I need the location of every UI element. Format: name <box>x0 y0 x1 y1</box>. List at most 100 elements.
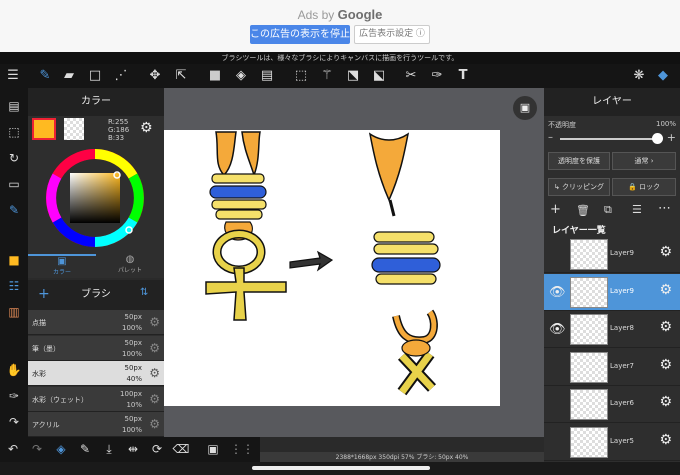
brush-tool-icon[interactable]: ✎ <box>36 67 54 85</box>
duplicate-layer-icon[interactable]: ⧉ <box>604 203 612 217</box>
more-options-icon[interactable]: ⋯ <box>658 201 671 216</box>
tool-hint: ブラシツールは、様々なブラシによりキャンバスに描画を行うツールです。 <box>0 52 680 64</box>
brush-size: 50px 100% <box>121 313 142 332</box>
brush-item[interactable]: 筆（墨） 50px 100% ⚙ <box>28 335 164 361</box>
flip-icon[interactable]: ⇹ <box>124 440 142 458</box>
foreground-color-swatch[interactable] <box>32 118 56 140</box>
layer-settings-gear-icon[interactable]: ⚙ <box>659 357 672 373</box>
selection-icon[interactable]: ⬚ <box>4 122 24 142</box>
layers-icon[interactable]: ◆ <box>654 67 672 85</box>
drawing-canvas[interactable] <box>164 130 500 406</box>
tab-palette[interactable]: ◍ パレット <box>96 254 164 278</box>
layer-settings-gear-icon[interactable]: ⚙ <box>659 282 672 298</box>
select-tool-icon[interactable]: ⬚ <box>292 67 310 85</box>
brush-settings-gear-icon[interactable]: ⚙ <box>149 392 160 406</box>
grid-icon[interactable]: ⋮⋮ <box>230 440 254 458</box>
visibility-eye-icon[interactable]: 👁 <box>549 322 566 337</box>
layer-list-title: レイヤー一覧 <box>552 226 606 236</box>
fill-icon[interactable]: ◈ <box>52 440 70 458</box>
menu-icon[interactable]: ☰ <box>4 67 22 85</box>
tab-color[interactable]: ▣ カラー <box>28 254 96 278</box>
ad-settings-button[interactable]: 広告表示設定 ⓘ <box>354 25 430 44</box>
eraser-tool-icon[interactable]: ▰ <box>60 67 78 85</box>
brush-settings-gear-icon[interactable]: ⚙ <box>149 341 160 355</box>
ad-banner: Ads by Google この広告の表示を停止 広告表示設定 ⓘ <box>0 0 680 52</box>
redo-side-icon[interactable]: ↷ <box>4 412 24 432</box>
rotate-view-icon[interactable]: ⟳ <box>148 440 166 458</box>
layer-item[interactable]: Layer6 ⚙ <box>544 386 680 423</box>
layer-item[interactable]: 👁 Layer8 ⚙ <box>544 311 680 348</box>
palette-tab-icon: ◍ <box>125 254 135 265</box>
brush-settings-gear-icon[interactable]: ⚙ <box>149 417 160 431</box>
snap-icon[interactable]: ✎ <box>4 200 24 220</box>
protect-alpha-button[interactable]: 透明度を保護 <box>548 152 610 170</box>
layer-settings-gear-icon[interactable]: ⚙ <box>659 319 672 335</box>
ad-stop-button[interactable]: この広告の表示を停止 <box>250 25 350 44</box>
fill-color-icon[interactable]: ■ <box>206 67 224 85</box>
sort-brush-icon[interactable]: ⇅ <box>140 287 148 298</box>
transform-tool-icon[interactable]: ⇱ <box>172 67 190 85</box>
layer-settings-gear-icon[interactable]: ⚙ <box>659 244 672 260</box>
brush-item[interactable]: アクリル 50px 100% ⚙ <box>28 412 164 437</box>
clear-icon[interactable]: ⌫ <box>172 440 190 458</box>
pages-icon[interactable]: ▤ <box>4 96 24 116</box>
layer-list-menu-icon[interactable]: ☰ <box>632 203 642 216</box>
text-tool-icon[interactable]: T <box>454 67 472 85</box>
blend-mode-select[interactable]: 通常 › <box>612 152 676 170</box>
add-layer-icon[interactable]: + <box>550 202 561 217</box>
layer-item[interactable]: Layer9 ⚙ <box>544 236 680 273</box>
color-settings-gear-icon[interactable]: ⚙ <box>140 120 153 136</box>
dot-tool-icon[interactable]: ⋰ <box>112 67 130 85</box>
move-tool-icon[interactable]: ✥ <box>146 67 164 85</box>
layer-name: Layer7 <box>610 361 634 370</box>
opacity-slider-thumb[interactable] <box>652 133 663 144</box>
magic-wand-icon[interactable]: ⚚ <box>318 67 336 85</box>
eyedropper-icon[interactable]: ✑ <box>4 386 24 406</box>
opacity-minus-icon[interactable]: – <box>548 132 553 143</box>
brush-settings-gear-icon[interactable]: ⚙ <box>149 315 160 329</box>
brush-item[interactable]: 水彩 50px 40% ⚙ <box>28 361 164 386</box>
background-color-swatch[interactable] <box>64 118 84 140</box>
divide-tool-icon[interactable]: ✂ <box>402 67 420 85</box>
visibility-eye-icon[interactable]: 👁 <box>549 285 566 300</box>
layer-item[interactable]: Layer7 ⚙ <box>544 348 680 386</box>
bucket-tool-icon[interactable]: ◈ <box>232 67 250 85</box>
brush-settings-gear-icon[interactable]: ⚙ <box>149 366 160 380</box>
layer-item[interactable]: 👁 Layer9 ⚙ <box>544 273 680 311</box>
eyedropper-tool-icon[interactable]: ✑ <box>428 67 446 85</box>
rotate-icon[interactable]: ↻ <box>4 148 24 168</box>
pen-icon[interactable]: ✎ <box>76 440 94 458</box>
gradient-tool-icon[interactable]: ▤ <box>258 67 276 85</box>
hand-tool-icon[interactable]: ✋ <box>4 360 24 380</box>
layer-item[interactable]: Layer5 ⚙ <box>544 423 680 461</box>
layer-thumbnail <box>570 276 608 308</box>
clipping-button[interactable]: ↳ クリッピング <box>548 178 610 196</box>
opacity-slider[interactable] <box>560 138 660 140</box>
pen-settings-icon[interactable]: ▣ <box>204 440 222 458</box>
opacity-plus-icon[interactable]: + <box>667 131 676 144</box>
layer-settings-gear-icon[interactable]: ⚙ <box>659 394 672 410</box>
layer-thumbnail <box>570 426 608 458</box>
select-pen-icon[interactable]: ⬔ <box>344 67 362 85</box>
layer-thumbnail <box>570 314 608 345</box>
color-wheel[interactable] <box>40 146 150 250</box>
brush-item[interactable]: 水彩（ウェット） 100px 10% ⚙ <box>28 386 164 412</box>
add-brush-icon[interactable]: + <box>38 286 50 302</box>
canvas-view-icon[interactable]: ▣ <box>513 96 537 120</box>
ruler-icon[interactable]: ▭ <box>4 174 24 194</box>
lock-button[interactable]: 🔒 ロック <box>612 178 676 196</box>
redo-icon[interactable]: ↷ <box>28 440 46 458</box>
home-indicator[interactable] <box>252 466 430 470</box>
delete-layer-icon[interactable]: 🗑 <box>576 204 590 217</box>
brush-item[interactable]: 点描 50px 100% ⚙ <box>28 310 164 335</box>
materials-icon[interactable]: ❋ <box>630 67 648 85</box>
rectangle-tool-icon[interactable]: □ <box>86 67 104 85</box>
select-eraser-icon[interactable]: ⬕ <box>370 67 388 85</box>
brush-list-icon[interactable]: ☷ <box>4 276 24 296</box>
save-download-icon[interactable]: ⤓ <box>100 440 118 458</box>
palette-strip-icon[interactable]: ▥ <box>4 302 24 322</box>
color-swatch-icon[interactable]: ■ <box>4 250 24 270</box>
layer-settings-gear-icon[interactable]: ⚙ <box>659 432 672 448</box>
undo-icon[interactable]: ↶ <box>4 440 22 458</box>
brush-name: 水彩（ウェット） <box>32 395 88 404</box>
